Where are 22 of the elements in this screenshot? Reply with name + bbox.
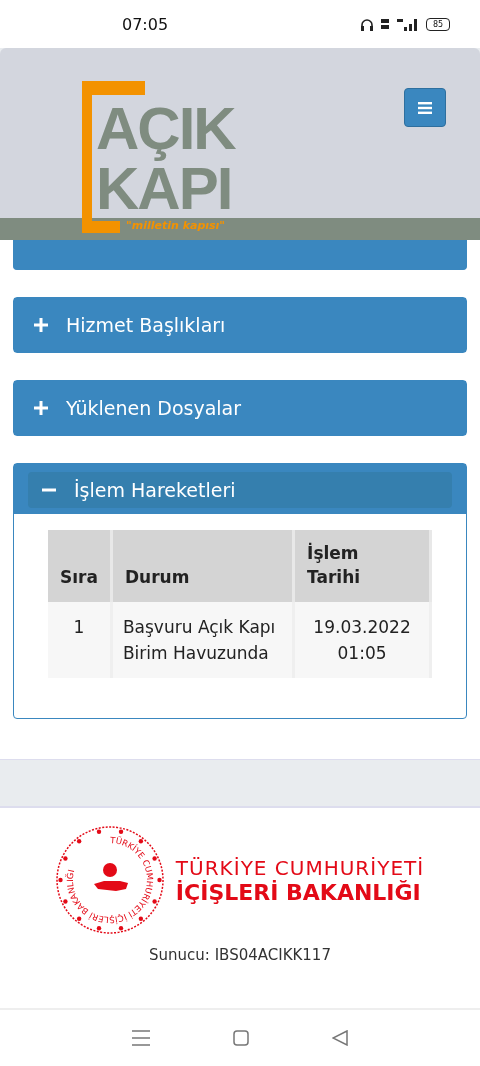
menu-icon — [418, 101, 432, 114]
battery-level: 85 — [426, 17, 450, 31]
table-cell: Başvuru Açık Kapı Birim Havuzunda — [111, 601, 294, 679]
volte-icon — [380, 17, 390, 31]
organization-name: İÇİŞLERİ BAKANLIĞI — [175, 879, 422, 905]
menu-button[interactable] — [404, 88, 446, 127]
clock-time: 07:05 — [122, 14, 169, 34]
column-header: Sıra — [48, 530, 112, 602]
menu-icon[interactable] — [131, 1030, 150, 1046]
organization-name: TÜRKİYE CUMHURİYETİ — [175, 855, 425, 880]
home-icon[interactable] — [233, 1030, 249, 1046]
headphones-icon — [360, 17, 374, 31]
back-icon[interactable] — [332, 1030, 349, 1046]
column-header: Durum — [111, 530, 294, 602]
server-label: Sunucu: IBS04ACIKK117 — [149, 946, 331, 965]
panel-header[interactable]: İşlem Hareketleri — [28, 472, 452, 508]
plus-icon — [34, 318, 48, 332]
column-header: İşlem Tarihi — [293, 530, 431, 602]
table-cell: 19.03.2022 01:05 — [293, 601, 431, 679]
plus-icon — [34, 401, 48, 415]
table-cell: 1 — [48, 601, 112, 679]
signal-icon — [396, 17, 420, 31]
